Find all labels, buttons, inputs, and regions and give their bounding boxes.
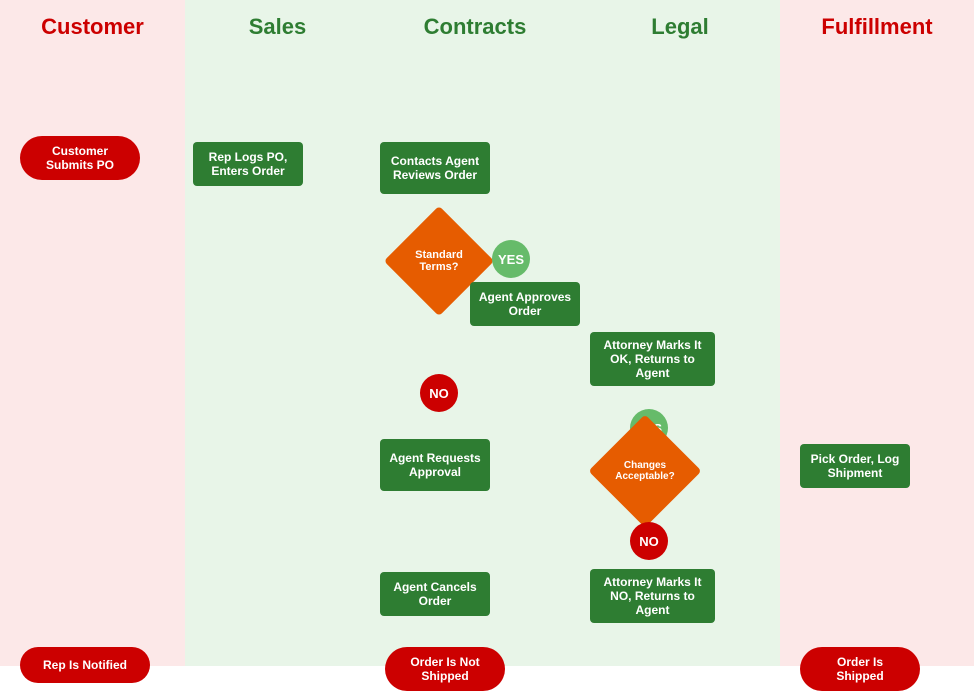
lane-fulfillment-body: Pick Order, Log Shipment Order Is Shippe… [780,54,974,666]
node-rep-notified: Rep Is Notified [20,647,150,683]
node-attorney-marks-no: Attorney Marks It NO, Returns to Agent [590,569,715,623]
lane-contracts: Contracts Contacts Agent Reviews Order S… [370,0,580,666]
node-agent-requests: Agent Requests Approval [380,439,490,491]
lane-sales-header: Sales [185,0,370,54]
node-no1: NO [420,374,458,412]
node-pick-order: Pick Order, Log Shipment [800,444,910,488]
lane-contracts-body: Contacts Agent Reviews Order Standard Te… [370,54,580,666]
node-agent-cancels: Agent Cancels Order [380,572,490,616]
flowchart-container: Customer Customer Submits PO Rep Is Noti… [0,0,974,666]
lane-sales: Sales Rep Logs PO, Enters Order [185,0,370,666]
node-attorney-marks-ok: Attorney Marks It OK, Returns to Agent [590,332,715,386]
lane-customer: Customer Customer Submits PO Rep Is Noti… [0,0,185,666]
node-contacts-agent: Contacts Agent Reviews Order [380,142,490,194]
lane-legal: Legal Attorney Marks It OK, Returns to A… [580,0,780,666]
node-no2: NO [630,522,668,560]
lane-fulfillment: Fulfillment Pick Order, Log Shipment Ord… [780,0,974,666]
node-changes-acceptable: Changes Acceptable? [588,414,701,527]
lane-customer-body: Customer Submits PO Rep Is Notified [0,54,185,666]
lane-legal-body: Attorney Marks It OK, Returns to Agent Y… [580,54,780,666]
lane-customer-header: Customer [0,0,185,54]
node-customer-submits: Customer Submits PO [20,136,140,180]
node-yes1: YES [492,240,530,278]
lane-sales-body: Rep Logs PO, Enters Order [185,54,370,666]
node-rep-logs: Rep Logs PO, Enters Order [193,142,303,186]
lane-legal-header: Legal [580,0,780,54]
lane-contracts-header: Contracts [370,0,580,54]
node-order-shipped: Order Is Shipped [800,647,920,691]
lane-fulfillment-header: Fulfillment [780,0,974,54]
node-order-not-shipped: Order Is Not Shipped [385,647,505,691]
node-agent-approves: Agent Approves Order [470,282,580,326]
